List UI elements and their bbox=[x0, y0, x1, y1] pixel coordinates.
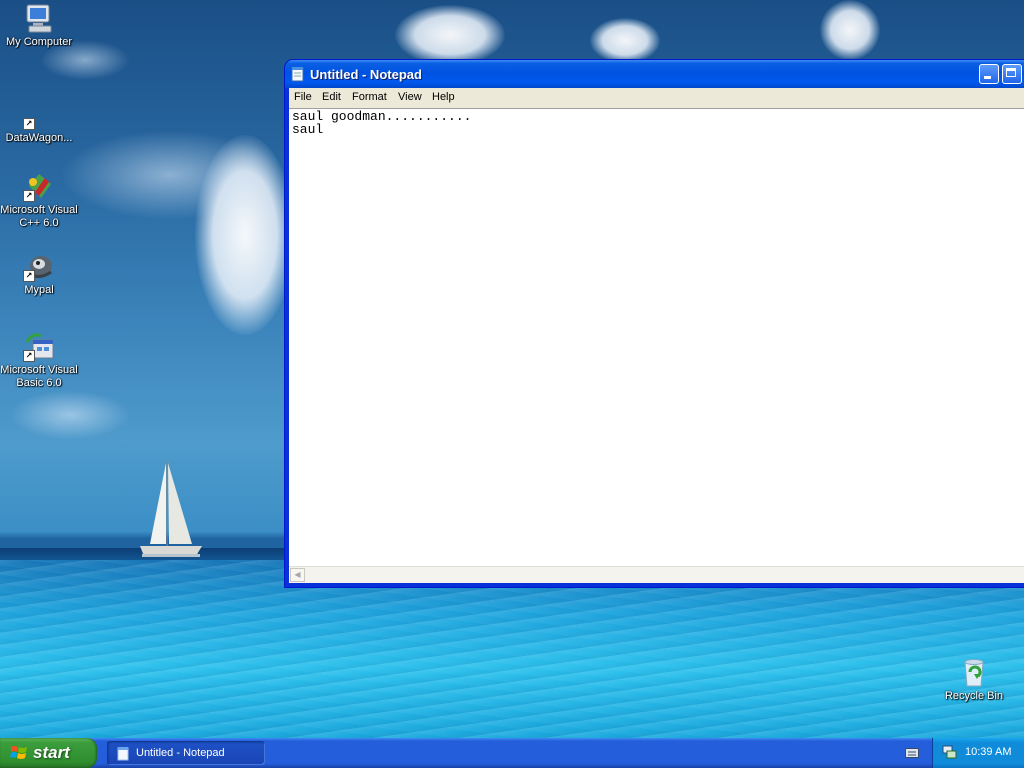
shortcut-arrow-icon: ↗ bbox=[23, 350, 35, 362]
taskbar-item-label: Untitled - Notepad bbox=[136, 747, 225, 759]
datawagon-icon: ↗ bbox=[23, 98, 55, 130]
editor-line: saul bbox=[292, 122, 324, 137]
desktop-icon-visual-cpp[interactable]: ↗ Microsoft Visual C++ 6.0 bbox=[0, 170, 79, 230]
desktop-icon-datawagon[interactable]: ↗ DataWagon... bbox=[0, 98, 79, 145]
shortcut-arrow-icon: ↗ bbox=[23, 118, 35, 130]
menu-view[interactable]: View bbox=[398, 91, 422, 103]
menu-bar: File Edit Format View Help bbox=[289, 88, 1024, 108]
taskbar: start Untitled - Notepad 10:39 AM bbox=[0, 738, 1024, 768]
recycle-bin-icon bbox=[958, 656, 990, 688]
taskbar-item-notepad[interactable]: Untitled - Notepad bbox=[107, 741, 265, 765]
horizontal-scrollbar[interactable]: ◀ bbox=[289, 566, 1024, 583]
notepad-icon bbox=[291, 67, 304, 82]
maximize-button[interactable] bbox=[1002, 64, 1022, 84]
haze bbox=[60, 130, 280, 220]
system-tray: 10:39 AM bbox=[932, 738, 1024, 768]
start-label: start bbox=[33, 743, 70, 762]
clock[interactable]: 10:39 AM bbox=[965, 746, 1011, 758]
windows-logo-icon bbox=[10, 746, 27, 759]
scroll-left-icon[interactable]: ◀ bbox=[290, 568, 305, 582]
desktop-icon-label: Microsoft Visual C++ 6.0 bbox=[0, 204, 78, 229]
my-computer-icon bbox=[23, 2, 55, 34]
notepad-icon bbox=[117, 747, 129, 761]
network-icon[interactable] bbox=[942, 745, 957, 760]
window-titlebar[interactable]: Untitled - Notepad bbox=[285, 60, 1024, 88]
desktop-icon-label: DataWagon... bbox=[5, 132, 73, 144]
start-button[interactable]: start bbox=[0, 738, 97, 768]
menu-file[interactable]: File bbox=[294, 91, 312, 103]
menu-format[interactable]: Format bbox=[352, 91, 387, 103]
desktop-icon-mypal[interactable]: ↗ Mypal bbox=[0, 250, 79, 297]
menu-edit[interactable]: Edit bbox=[322, 91, 341, 103]
menu-help[interactable]: Help bbox=[432, 91, 455, 103]
editor-text: saul goodman........... saul bbox=[292, 110, 471, 136]
cloud bbox=[820, 0, 880, 60]
desktop-icon-label: My Computer bbox=[5, 36, 73, 48]
mypal-icon: ↗ bbox=[23, 250, 55, 282]
desktop-icon-label: Mypal bbox=[24, 284, 54, 296]
visual-cpp-icon: ↗ bbox=[23, 170, 55, 202]
sailboat bbox=[140, 461, 202, 557]
desktop-icon-visual-basic[interactable]: ↗ Microsoft Visual Basic 6.0 bbox=[0, 330, 79, 390]
desktop-icon-label: Recycle Bin bbox=[944, 690, 1004, 702]
minimize-button[interactable] bbox=[979, 64, 999, 84]
text-editor[interactable]: saul goodman........... saul ◀ bbox=[289, 108, 1024, 583]
desktop-icon-my-computer[interactable]: My Computer bbox=[0, 2, 79, 49]
visual-basic-icon: ↗ bbox=[23, 330, 55, 362]
haze bbox=[10, 390, 130, 440]
desktop-icon-label: Microsoft Visual Basic 6.0 bbox=[0, 364, 78, 389]
desktop-icon-recycle-bin[interactable]: Recycle Bin bbox=[934, 656, 1014, 703]
keyboard-icon[interactable] bbox=[905, 746, 919, 758]
window-title: Untitled - Notepad bbox=[310, 67, 422, 82]
notepad-window: Untitled - Notepad File Edit Format View… bbox=[285, 60, 1024, 587]
shortcut-arrow-icon: ↗ bbox=[23, 270, 35, 282]
cloud bbox=[590, 18, 660, 63]
shortcut-arrow-icon: ↗ bbox=[23, 190, 35, 202]
cloud bbox=[395, 5, 505, 65]
